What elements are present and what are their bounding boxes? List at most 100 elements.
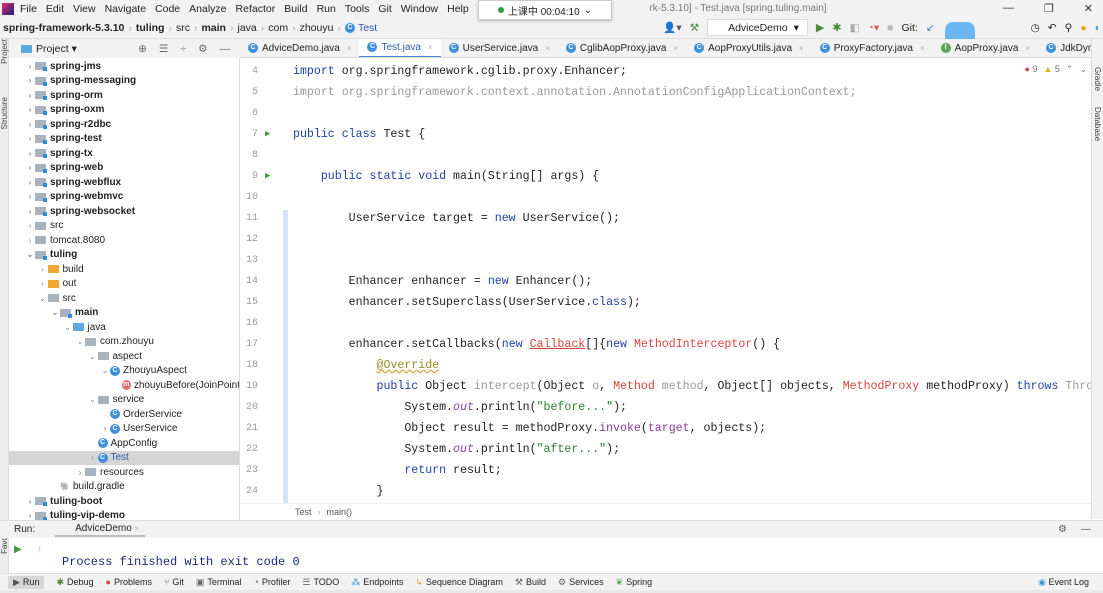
- run-tab-advicedemo[interactable]: AdviceDemo ×: [55, 523, 146, 537]
- chevron-right-icon[interactable]: ›: [38, 265, 48, 274]
- expand-all-icon[interactable]: ☰: [159, 43, 168, 55]
- tree-item[interactable]: › src: [9, 219, 239, 234]
- chevron-down-icon[interactable]: ⌄: [25, 250, 35, 259]
- gear-icon[interactable]: ⚙: [198, 43, 207, 55]
- tree-item[interactable]: C OrderService: [9, 407, 239, 422]
- menu-file[interactable]: File: [20, 3, 37, 15]
- breadcrumb-item[interactable]: Test: [358, 22, 377, 34]
- tree-item[interactable]: › spring-jms: [9, 59, 239, 74]
- class-timer[interactable]: 上课中 00:04:10 ⌄: [478, 0, 612, 20]
- tree-item[interactable]: ⌄ service: [9, 393, 239, 408]
- tree-item[interactable]: › spring-r2dbc: [9, 117, 239, 132]
- breadcrumb-item[interactable]: zhouyu: [300, 22, 334, 34]
- database-tool-button[interactable]: Database: [1093, 107, 1102, 141]
- chevron-right-icon[interactable]: ›: [25, 62, 35, 71]
- chevron-right-icon[interactable]: ›: [25, 511, 35, 520]
- tab-test-java[interactable]: C Test.java ×: [359, 39, 441, 57]
- code-editor[interactable]: ● 9 ▲ 5 ⌃ ⌄ 4 import org.springframework.c…: [240, 58, 1091, 503]
- tree-item[interactable]: ⌄ C ZhouyuAspect: [9, 364, 239, 379]
- menu-run[interactable]: Run: [317, 3, 336, 15]
- chevron-right-icon[interactable]: ›: [25, 207, 35, 216]
- chevron-right-icon[interactable]: ›: [25, 236, 35, 245]
- tool-window-todo[interactable]: ☰ TODO: [302, 576, 339, 589]
- coverage-icon[interactable]: ◧: [850, 22, 860, 34]
- chevron-right-icon[interactable]: ›: [25, 192, 35, 201]
- crumb-class[interactable]: Test: [295, 507, 312, 517]
- build-hammer-icon[interactable]: ⚒: [690, 22, 699, 34]
- close-icon[interactable]: ×: [347, 44, 352, 53]
- chevron-down-icon[interactable]: ⌄: [88, 352, 98, 361]
- breadcrumb-item[interactable]: com: [268, 22, 288, 34]
- run-configuration-select[interactable]: AdviceDemo ▾: [707, 19, 808, 36]
- tree-item[interactable]: › spring-tx: [9, 146, 239, 161]
- menu-build[interactable]: Build: [284, 3, 307, 15]
- close-icon[interactable]: ×: [1025, 44, 1030, 53]
- tree-item[interactable]: ⌄ java: [9, 320, 239, 335]
- chevron-right-icon[interactable]: ›: [25, 149, 35, 158]
- restore-button[interactable]: ❐: [1044, 2, 1054, 15]
- hide-icon[interactable]: —: [220, 43, 231, 55]
- run-icon[interactable]: ▶: [816, 21, 824, 34]
- close-icon[interactable]: ×: [920, 44, 925, 53]
- profile-icon[interactable]: ◔▾: [868, 22, 880, 34]
- menu-tools[interactable]: Tools: [345, 3, 370, 15]
- collapse-all-icon[interactable]: ÷: [180, 43, 186, 55]
- tab-proxyfactory-java[interactable]: C ProxyFactory.java ×: [812, 39, 933, 57]
- chevron-right-icon[interactable]: ›: [75, 468, 85, 477]
- tab-advicedemo-java[interactable]: C AdviceDemo.java ×: [240, 39, 359, 57]
- chevron-right-icon[interactable]: ›: [25, 76, 35, 85]
- chevron-down-icon[interactable]: ⌄: [88, 395, 98, 404]
- user-icon[interactable]: 👤▾: [663, 21, 681, 34]
- git-update-icon[interactable]: ↙: [926, 22, 935, 34]
- menu-refactor[interactable]: Refactor: [236, 3, 276, 15]
- chevron-right-icon[interactable]: ›: [25, 91, 35, 100]
- close-icon[interactable]: ×: [673, 44, 678, 53]
- close-button[interactable]: ✕: [1084, 2, 1093, 15]
- chevron-down-icon[interactable]: ⌄: [38, 294, 48, 303]
- tree-item[interactable]: › spring-webflux: [9, 175, 239, 190]
- menu-view[interactable]: View: [73, 3, 96, 15]
- tree-item[interactable]: › spring-web: [9, 161, 239, 176]
- history-icon[interactable]: ◷: [1031, 22, 1040, 34]
- run-gutter-icon[interactable]: ▶: [265, 166, 270, 187]
- chevron-right-icon[interactable]: ›: [25, 221, 35, 230]
- tree-item[interactable]: › resources: [9, 465, 239, 480]
- locate-icon[interactable]: ⊕: [138, 43, 147, 55]
- scroll-up-icon[interactable]: ↑: [37, 544, 42, 555]
- breadcrumb-item[interactable]: spring-framework-5.3.10: [3, 22, 124, 34]
- tool-window-endpoints[interactable]: ⁂ Endpoints: [351, 576, 403, 589]
- tool-window-services[interactable]: ⚙ Services: [558, 576, 604, 589]
- close-icon[interactable]: ×: [135, 524, 140, 533]
- tree-item[interactable]: ⌄ aspect: [9, 349, 239, 364]
- breadcrumb-item[interactable]: java: [237, 22, 256, 34]
- project-view-selector[interactable]: Project ▾: [36, 43, 77, 55]
- tree-item[interactable]: › spring-test: [9, 132, 239, 147]
- breadcrumb-item[interactable]: tuling: [136, 22, 165, 34]
- rollback-icon[interactable]: ↶: [1048, 22, 1057, 34]
- chevron-right-icon[interactable]: ›: [25, 178, 35, 187]
- event-log-button[interactable]: ◉ Event Log: [1038, 577, 1103, 588]
- chevron-down-icon[interactable]: ⌄: [63, 323, 73, 332]
- tree-item[interactable]: ⌄ main: [9, 306, 239, 321]
- gradle-tool-button[interactable]: Gradle: [1093, 67, 1102, 91]
- chevron-right-icon[interactable]: ›: [25, 497, 35, 506]
- chevron-right-icon[interactable]: ›: [25, 134, 35, 143]
- hide-icon[interactable]: —: [1081, 524, 1091, 535]
- tree-item[interactable]: C AppConfig: [9, 436, 239, 451]
- tree-item[interactable]: › C Test: [9, 450, 239, 465]
- stop-icon[interactable]: ■: [887, 22, 893, 34]
- tree-item[interactable]: › C UserService: [9, 422, 239, 437]
- tool-window-problems[interactable]: ● Problems: [106, 576, 152, 589]
- menu-navigate[interactable]: Navigate: [105, 3, 146, 15]
- tree-item[interactable]: › spring-messaging: [9, 74, 239, 89]
- tool-window-terminal[interactable]: ▣ Terminal: [196, 576, 242, 589]
- plugin-icon[interactable]: ●: [1080, 22, 1086, 34]
- crumb-method[interactable]: main(): [327, 507, 353, 517]
- tool-window-git[interactable]: ⑂ Git: [164, 576, 184, 589]
- close-icon[interactable]: ×: [799, 44, 804, 53]
- jetbrains-icon[interactable]: ◐: [1095, 22, 1101, 34]
- menu-code[interactable]: Code: [155, 3, 180, 15]
- tree-item[interactable]: › spring-orm: [9, 88, 239, 103]
- menu-git[interactable]: Git: [378, 3, 391, 15]
- menu-help[interactable]: Help: [447, 3, 469, 15]
